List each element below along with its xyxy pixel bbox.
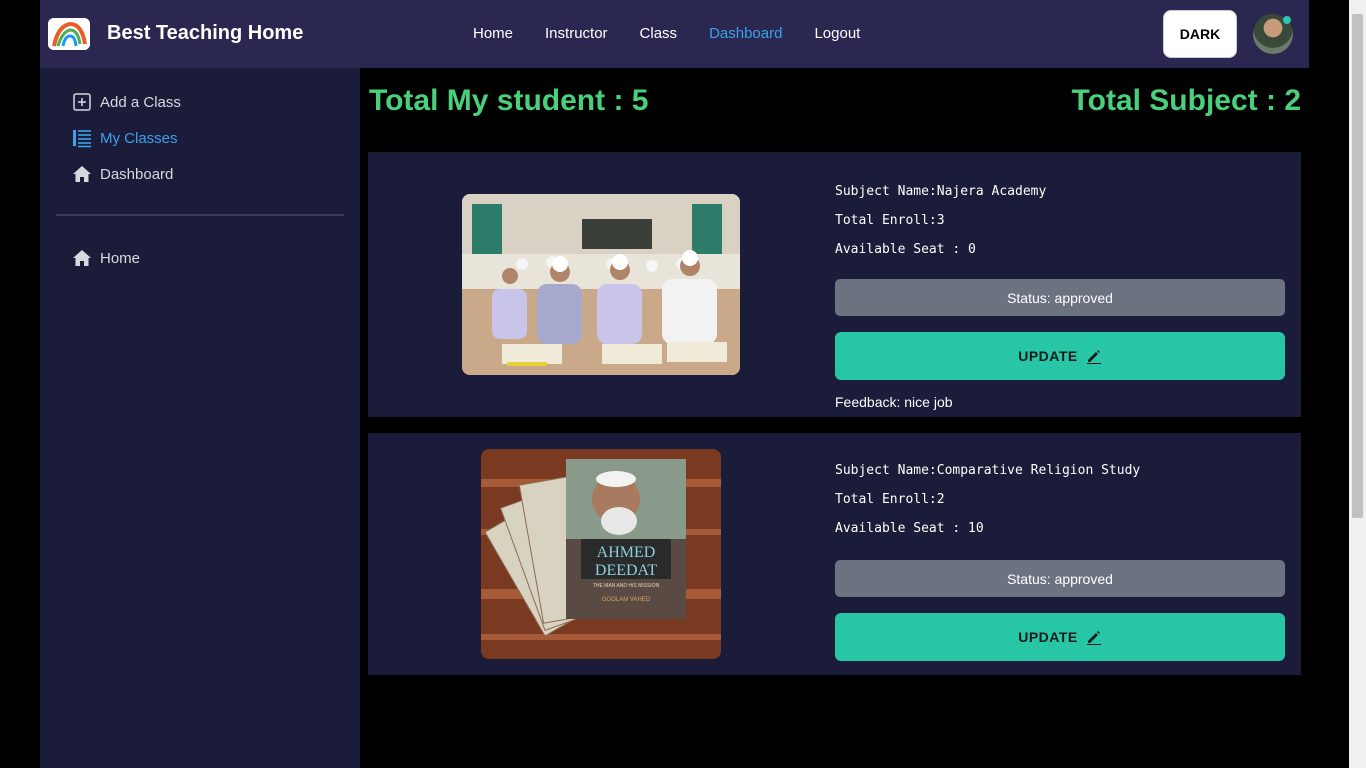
sidebar-item-home[interactable]: Home [72,248,140,268]
update-button[interactable]: UPDATE [835,332,1285,380]
book-title-line1: AHMED [597,544,656,561]
subject-name: Subject Name:Comparative Religion Study [835,463,1141,478]
subject-name: Subject Name:Najera Academy [835,184,1047,199]
sidebar-item-my-classes[interactable]: My Classes [72,128,178,148]
sidebar-item-label: Dashboard [100,165,174,183]
sidebar: Add a Class My Classes Dashboard Home [40,68,360,768]
nav-instructor[interactable]: Instructor [545,25,608,42]
nav-links: Home Instructor Class Dashboard Logout [473,25,892,42]
sidebar-item-label: Add a Class [100,93,181,111]
class-card: AHMED DEEDAT THE MAN AND HIS MISSION GOO… [368,433,1301,675]
home-icon [73,250,91,266]
update-button[interactable]: UPDATE [835,613,1285,661]
pencil-icon [1086,631,1101,645]
update-label: UPDATE [1018,348,1078,364]
total-enroll: Total Enroll:2 [835,492,945,507]
class-image [462,194,740,375]
home-icon [73,166,91,182]
logo[interactable] [48,18,90,50]
theme-toggle-button[interactable]: DARK [1163,10,1237,58]
sidebar-item-add-class[interactable]: Add a Class [72,92,181,112]
status-badge: Status: approved [835,279,1285,316]
brand-title[interactable]: Best Teaching Home [107,22,303,45]
book-title-line2: DEEDAT [595,562,657,579]
add-square-icon [73,93,91,111]
available-seat: Available Seat : 10 [835,521,984,536]
sidebar-item-label: My Classes [100,129,178,147]
total-students: Total My student : 5 [369,84,649,117]
sidebar-divider [56,214,344,216]
class-info: Subject Name:Najera Academy Total Enroll… [835,184,1046,271]
pencil-icon [1086,350,1101,364]
class-image: AHMED DEEDAT THE MAN AND HIS MISSION GOO… [481,449,721,659]
total-subjects: Total Subject : 2 [1071,84,1301,117]
book-author: GOOLAM VAHED [602,597,651,603]
page: Best Teaching Home Home Instructor Class… [40,0,1309,768]
available-seat: Available Seat : 0 [835,242,976,257]
nav-class[interactable]: Class [640,25,678,42]
update-label: UPDATE [1018,629,1078,645]
book-subtitle: THE MAN AND HIS MISSION [593,583,660,589]
online-status-dot [1283,16,1291,24]
feedback-text: Feedback: nice job [835,394,953,410]
nav-dashboard[interactable]: Dashboard [709,25,782,42]
sidebar-item-label: Home [100,249,141,267]
nav-logout[interactable]: Logout [814,25,860,42]
nav-home[interactable]: Home [473,25,513,42]
navbar: Best Teaching Home Home Instructor Class… [40,0,1309,68]
scrollbar-thumb[interactable] [1352,14,1363,518]
status-badge: Status: approved [835,560,1285,597]
sidebar-item-dashboard[interactable]: Dashboard [72,164,173,184]
list-icon [73,130,91,148]
total-enroll: Total Enroll:3 [835,213,945,228]
class-info: Subject Name:Comparative Religion Study … [835,463,1140,550]
class-card: Subject Name:Najera Academy Total Enroll… [368,152,1301,417]
